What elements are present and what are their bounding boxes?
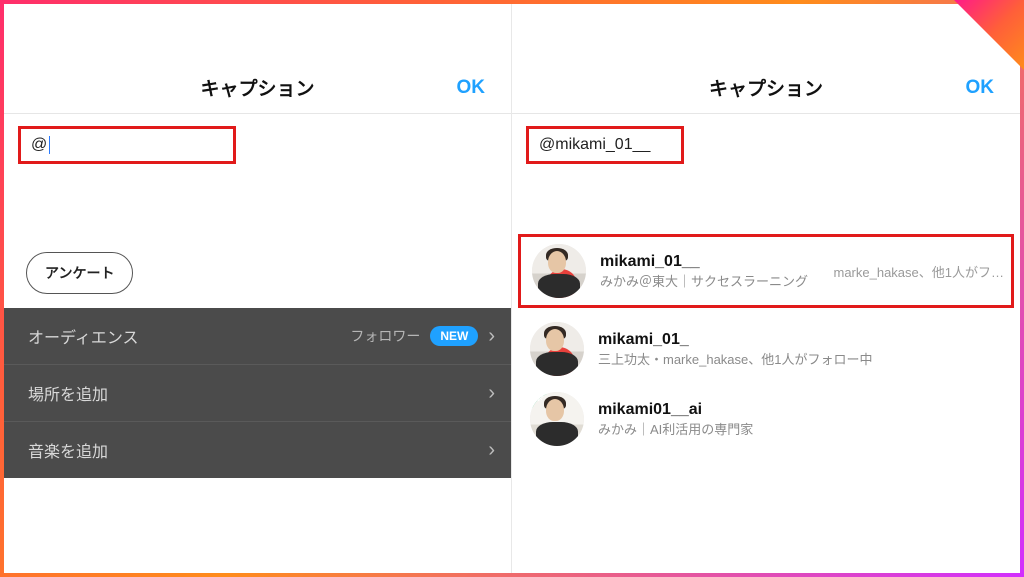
suggestion-text: mikami01__ai みかみ｜AI利活用の専門家 bbox=[598, 401, 1006, 438]
suggestion-username: mikami01__ai bbox=[598, 401, 1006, 419]
left-topbar: キャプション OK bbox=[4, 62, 511, 114]
caption-input[interactable]: @ bbox=[31, 136, 47, 154]
survey-pill[interactable]: アンケート bbox=[26, 252, 133, 294]
gradient-frame: キャプション OK @ アンケート オーディエンス フォロワー NEW › bbox=[0, 0, 1024, 577]
avatar bbox=[530, 392, 584, 446]
suggestion-text: mikami_01__ みかみ＠東大｜サクセスラーニング bbox=[600, 253, 828, 290]
ok-button[interactable]: OK bbox=[457, 77, 486, 99]
chevron-right-icon: › bbox=[488, 325, 495, 348]
suggestion-row[interactable]: mikami01__ai みかみ｜AI利活用の専門家 bbox=[512, 384, 1020, 454]
text-cursor bbox=[49, 136, 50, 154]
suggestion-username: mikami_01__ bbox=[600, 253, 828, 271]
suggestion-text: mikami_01_ 三上功太・marke_hakase、他1人がフォロー中 bbox=[598, 331, 1006, 368]
new-badge: NEW bbox=[430, 326, 478, 346]
left-pane: キャプション OK @ アンケート オーディエンス フォロワー NEW › bbox=[4, 4, 512, 573]
mention-suggestions: mikami_01__ みかみ＠東大｜サクセスラーニング marke_hakas… bbox=[512, 234, 1020, 454]
avatar bbox=[530, 322, 584, 376]
caption-title: キャプション bbox=[200, 74, 314, 101]
caption-title: キャプション bbox=[709, 74, 823, 101]
chevron-right-icon: › bbox=[488, 382, 495, 405]
suggestion-tail: marke_hakase、他1人がフ… bbox=[834, 262, 1005, 281]
right-pane: キャプション OK @mikami_01__ mikami_01__ みかみ＠東… bbox=[512, 4, 1020, 573]
audience-right: フォロワー NEW › bbox=[350, 325, 495, 348]
suggestion-row[interactable]: mikami_01_ 三上功太・marke_hakase、他1人がフォロー中 bbox=[512, 314, 1020, 384]
avatar bbox=[532, 244, 586, 298]
suggestion-subtitle: みかみ＠東大｜サクセスラーニング bbox=[600, 271, 828, 290]
caption-input-highlight: @mikami_01__ bbox=[526, 126, 684, 164]
right-topbar: キャプション OK bbox=[512, 62, 1020, 114]
chevron-right-icon: › bbox=[488, 439, 495, 462]
audience-row[interactable]: オーディエンス フォロワー NEW › bbox=[4, 308, 511, 365]
add-location-label: 場所を追加 bbox=[28, 381, 108, 405]
audience-label: オーディエンス bbox=[28, 324, 139, 348]
suggestion-subtitle: 三上功太・marke_hakase、他1人がフォロー中 bbox=[598, 349, 1006, 368]
dimmed-options-list: オーディエンス フォロワー NEW › 場所を追加 › 音楽を追加 › bbox=[4, 308, 511, 478]
suggestion-row-highlighted[interactable]: mikami_01__ みかみ＠東大｜サクセスラーニング marke_hakas… bbox=[518, 234, 1014, 308]
canvas: キャプション OK @ アンケート オーディエンス フォロワー NEW › bbox=[4, 4, 1020, 573]
suggestion-subtitle: みかみ｜AI利活用の専門家 bbox=[598, 419, 1006, 438]
caption-input[interactable]: @mikami_01__ bbox=[539, 136, 650, 154]
add-music-row[interactable]: 音楽を追加 › bbox=[4, 422, 511, 478]
ok-button[interactable]: OK bbox=[966, 77, 995, 99]
suggestion-username: mikami_01_ bbox=[598, 331, 1006, 349]
add-music-label: 音楽を追加 bbox=[28, 438, 108, 462]
add-location-row[interactable]: 場所を追加 › bbox=[4, 365, 511, 422]
audience-sub: フォロワー bbox=[350, 326, 420, 346]
caption-input-highlight: @ bbox=[18, 126, 236, 164]
